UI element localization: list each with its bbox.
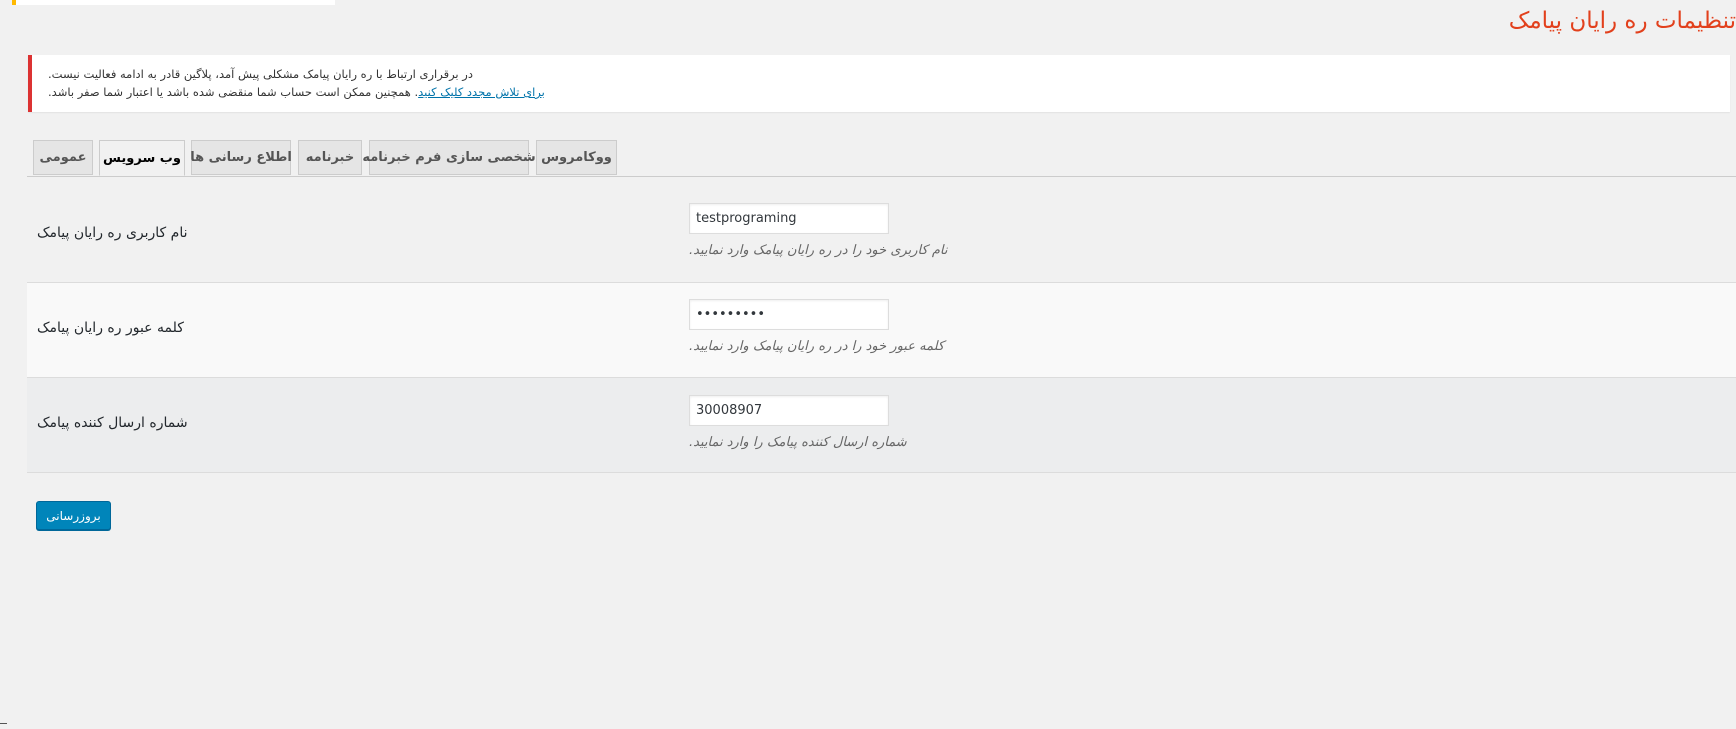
notice-line-1: .در برقراری ارتباط با ره رایان پیامک مشک… xyxy=(48,67,473,81)
password-description: .کلمه عبور خود را در ره رایان پیامک وارد… xyxy=(689,339,945,354)
tab-newsletter[interactable]: خبرنامه xyxy=(298,140,362,175)
error-notice: .در برقراری ارتباط با ره رایان پیامک مشک… xyxy=(28,55,1730,112)
update-button[interactable]: بروزرسانی xyxy=(36,501,111,530)
top-notice-strip xyxy=(12,0,335,5)
tab-notifications[interactable]: اطلاع رسانی ها xyxy=(190,140,292,175)
password-input[interactable] xyxy=(689,299,889,330)
notice-line-2-suffix: همچنین ممکن است حساب شما منقضی شده باشد … xyxy=(51,85,411,99)
username-description: .نام کاربری خود را در ره رایان پیامک وار… xyxy=(689,243,948,258)
notice-line-2: . برای تلاش مجدد کلیک کنید. همچنین ممکن ا… xyxy=(48,85,545,99)
password-row: کلمه عبور ره رایان پیامک .کلمه عبور خود … xyxy=(27,283,1736,378)
sender-label: شماره ارسال کننده پیامک xyxy=(37,415,188,431)
tab-webservice[interactable]: وب سرویس xyxy=(99,140,185,176)
username-row: نام کاربری ره رایان پیامک .نام کاربری خو… xyxy=(27,188,1736,283)
sender-number-input[interactable] xyxy=(689,395,889,426)
tab-newsletter-form[interactable]: شخصی سازی فرم خبرنامه xyxy=(362,140,536,175)
password-label: کلمه عبور ره رایان پیامک xyxy=(37,320,184,336)
settings-tabs: عمومی وب سرویس اطلاع رسانی ها خبرنامه شخ… xyxy=(27,140,1736,177)
retry-link[interactable]: برای تلاش مجدد کلیک کنید xyxy=(418,85,545,99)
page-title: تنظیمات ره رایان پیامک xyxy=(1508,8,1736,34)
sender-description: .شماره ارسال کننده پیامک را وارد نمایید xyxy=(689,435,907,450)
tab-woocommerce[interactable]: ووکامروس xyxy=(536,140,617,175)
corner-mark xyxy=(0,723,7,724)
username-label: نام کاربری ره رایان پیامک xyxy=(37,225,188,241)
username-input[interactable] xyxy=(689,203,889,234)
sender-row: شماره ارسال کننده پیامک .شماره ارسال کنن… xyxy=(27,378,1736,473)
tab-general[interactable]: عمومی xyxy=(33,140,93,175)
